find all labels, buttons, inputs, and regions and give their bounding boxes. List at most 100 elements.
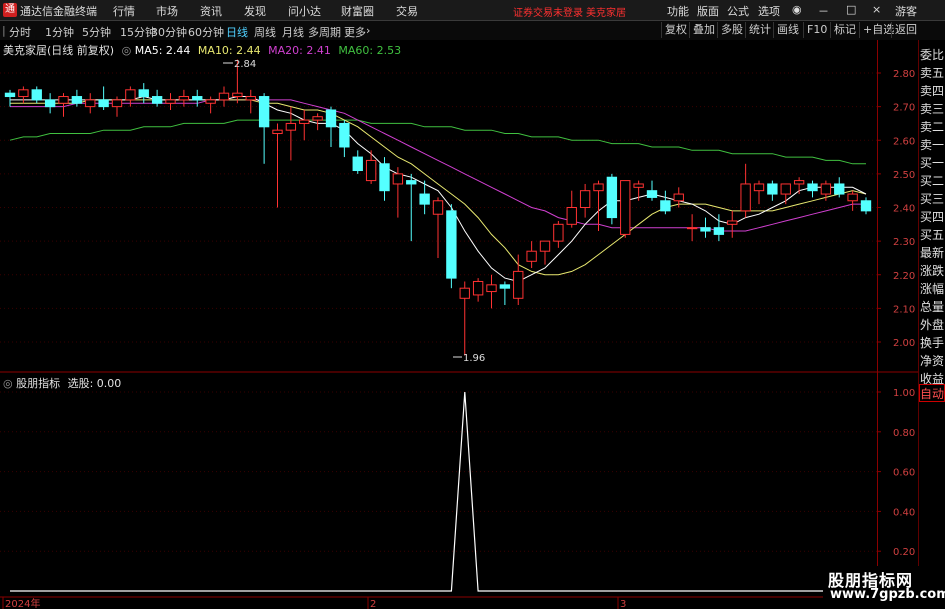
sidebar-item-sell4[interactable]: 卖四 [920,82,945,100]
sidebar-item-sell1[interactable]: 卖一 [920,136,945,154]
close-icon[interactable]: × [872,3,881,16]
menu-hangqing[interactable]: 行情 [113,3,135,19]
sidebar-item-change-pct[interactable]: 涨幅 [920,280,945,298]
sidebar-item-change[interactable]: 涨跌 [920,262,945,280]
candle-body [205,99,216,104]
auto-button[interactable]: 自动 [919,384,945,402]
diejia-button[interactable]: 叠加 [689,22,718,38]
tab-weekly[interactable]: 周线 [254,24,276,40]
candle-body [513,270,524,299]
tab-more[interactable]: 更多 [344,24,366,40]
indicator-name[interactable]: 股朋指标 [16,377,60,390]
tab-5min[interactable]: 5分钟 [82,24,111,40]
price-tick-label: 2.20 [893,271,915,282]
sidebar-item-turnover[interactable]: 换手 [920,334,945,352]
candle-body [138,89,149,98]
price-tick-label: 2.80 [893,69,915,80]
kline-chart[interactable]: 2024年 2 3 2.00 2.10 2.20 2.30 2.40 2.50 2.60 2.70… [0,40,918,609]
user-icon[interactable]: ◉ [792,3,802,16]
more-arrow-icon[interactable]: › [366,24,370,37]
menu-zixun[interactable]: 资讯 [200,3,222,19]
sidebar-item-weibi[interactable]: 委比 [920,46,945,64]
candle[interactable] [620,180,631,238]
price-tick-label: 2.10 [893,304,915,315]
candle-body [834,183,845,195]
ma5-label: MA5: 2.44 [134,44,191,57]
fuquan-button[interactable]: 复权 [661,22,690,38]
tab-60min[interactable]: 60分钟 [188,24,224,40]
price-tick-label: 2.70 [893,103,915,114]
candle-body [285,122,297,131]
candle-body [767,183,778,195]
sidebar-item-buy4[interactable]: 买四 [920,208,945,226]
login-status[interactable]: 证券交易未登录 [513,4,583,19]
candle-body [686,227,698,230]
f10-button[interactable]: F10 [803,22,830,38]
menu-wenxiaoda[interactable]: 问小达 [288,3,321,19]
candle-body [192,96,203,101]
candle-body [780,183,791,195]
candle-body [700,227,711,232]
sidebar-item-buy3[interactable]: 买三 [920,190,945,208]
candle-body [365,159,377,182]
menu-gongneng[interactable]: 功能 [667,3,689,19]
tongji-button[interactable]: 统计 [745,22,774,38]
sidebar-item-buy1[interactable]: 买一 [920,154,945,172]
candle[interactable] [446,204,457,289]
candle-body [526,250,537,262]
candle-body [727,220,738,225]
tab-fenshi[interactable]: 分时 [9,24,31,40]
legend-toggle-icon[interactable]: ◎ [122,44,132,57]
indicator-value: 选股: 0.00 [67,377,122,390]
indicator-toggle-icon[interactable]: ◎ [3,377,13,390]
tab-daily[interactable]: 日线 [226,24,248,40]
sidebar-item-buy5[interactable]: 买五 [920,226,945,244]
back-button[interactable]: 返回 [891,22,920,38]
candle-body [472,280,484,296]
sidebar-item-sell3[interactable]: 卖三 [920,100,945,118]
candle[interactable] [606,173,618,225]
sidebar-item-sell5[interactable]: 卖五 [920,64,945,82]
candle-body [339,122,350,148]
candle-body [432,200,444,215]
candle-body [646,190,658,198]
indicator-tick-label: 0.20 [893,547,915,558]
menu-faxian[interactable]: 发现 [244,3,266,19]
tab-monthly[interactable]: 月线 [282,24,304,40]
candle-body [593,183,604,192]
biaoji-button[interactable]: 标记 [830,22,859,38]
sidebar-item-buy2[interactable]: 买二 [920,172,945,190]
candle-body [232,92,243,98]
user-guest[interactable]: 游客 [895,3,917,19]
tab-1min[interactable]: 1分钟 [45,24,74,40]
sidebar-item-sell2[interactable]: 卖二 [920,118,945,136]
candle-body [44,99,56,108]
sidebar-item-latest[interactable]: 最新 [920,244,945,262]
menu-caifuquan[interactable]: 财富圈 [341,3,374,19]
candle-body [71,96,83,104]
sidebar-item-volume[interactable]: 总量 [920,298,945,316]
menu-banmian[interactable]: 版面 [697,3,719,19]
menu-jiaoyi[interactable]: 交易 [396,3,418,19]
x-axis-label: 2 [370,599,376,609]
menu-gongshi[interactable]: 公式 [727,3,749,19]
indicator-tick-label: 1.00 [893,388,915,399]
candle-body [660,200,671,212]
menu-xuanxiang[interactable]: 选项 [758,3,780,19]
sidebar-item-outer[interactable]: 外盘 [920,316,945,334]
app-logo-icon: 通 [3,3,17,17]
tab-30min[interactable]: 30分钟 [151,24,187,40]
sidebar-item-net-assets[interactable]: 净资 [920,352,945,370]
maximize-icon[interactable]: □ [846,3,856,16]
candle-body [539,240,551,252]
candle-body [258,96,270,128]
candle-body [312,116,323,121]
duogu-button[interactable]: 多股 [717,22,746,38]
candle-body [98,99,109,108]
tab-multi-period[interactable]: 多周期 [308,24,341,40]
candle-body [459,287,470,299]
menu-shichang[interactable]: 市场 [156,3,178,19]
minimize-icon[interactable]: － [818,3,829,19]
price-tick-label: 2.00 [893,338,915,349]
huaxian-button[interactable]: 画线 [773,22,802,38]
